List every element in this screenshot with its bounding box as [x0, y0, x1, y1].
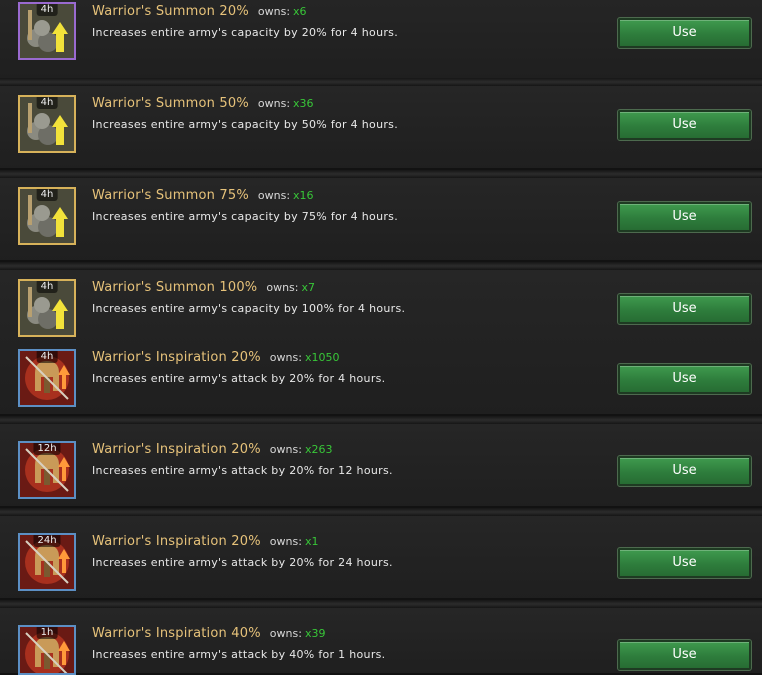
item-description: Increases entire army's attack by 20% fo…	[92, 556, 393, 569]
use-button[interactable]: Use	[617, 639, 752, 671]
owns-count: x36	[293, 97, 314, 110]
owns-label: owns:	[257, 5, 291, 18]
item-title-line: Warrior's Summon 20% owns: x6	[92, 3, 307, 21]
owns-label: owns:	[257, 189, 291, 202]
duration-badge: 4h	[36, 351, 58, 363]
use-button[interactable]: Use	[617, 109, 752, 141]
owns-label: owns:	[266, 281, 299, 294]
item-description: Increases entire army's attack by 20% fo…	[92, 464, 393, 477]
duration-badge: 4h	[36, 4, 58, 16]
item-title-line: Warrior's Summon 50% owns: x36	[92, 95, 314, 113]
item-description: Increases entire army's attack by 20% fo…	[92, 372, 386, 385]
item-title: Warrior's Summon 50%	[92, 96, 249, 111]
item-description: Increases entire army's capacity by 100%…	[92, 302, 406, 315]
item-title: Warrior's Summon 20%	[92, 4, 249, 19]
army-attack-icon: 24h	[18, 533, 76, 591]
owns-count: x263	[304, 443, 333, 456]
item-list: 4h Warrior's Summon 20% owns: x6 Increases…	[0, 0, 762, 675]
use-button[interactable]: Use	[617, 363, 752, 395]
duration-badge: 4h	[36, 97, 58, 109]
army-capacity-icon: 4h	[18, 95, 76, 153]
use-button[interactable]: Use	[617, 455, 752, 487]
use-button[interactable]: Use	[617, 17, 752, 49]
owns-count: x16	[293, 189, 314, 202]
item-title: Warrior's Inspiration 20%	[92, 442, 261, 457]
owns-label: owns:	[257, 97, 291, 110]
army-capacity-icon: 4h	[18, 279, 76, 337]
owns-label: owns:	[269, 627, 302, 640]
item-title-line: Warrior's Summon 100% owns: x7	[92, 279, 315, 297]
army-attack-icon: 4h	[18, 349, 76, 407]
owns-count: x6	[293, 5, 307, 18]
use-button[interactable]: Use	[617, 547, 752, 579]
owns-label: owns:	[269, 443, 302, 456]
row-divider	[0, 416, 762, 424]
owns-count: x1	[304, 535, 319, 548]
row-divider	[0, 508, 762, 516]
item-title-line: Warrior's Summon 75% owns: x16	[92, 187, 314, 205]
item-title-line: Warrior's Inspiration 20% owns: x1	[92, 533, 318, 551]
army-capacity-icon: 4h	[18, 187, 76, 245]
item-title: Warrior's Inspiration 20%	[92, 534, 261, 549]
owns-count: x7	[301, 281, 316, 294]
duration-badge: 24h	[33, 535, 61, 547]
item-title-line: Warrior's Inspiration 20% owns: x263	[92, 441, 332, 459]
use-button[interactable]: Use	[617, 293, 752, 325]
row-divider	[0, 170, 762, 178]
army-capacity-icon: 4h	[18, 2, 76, 60]
row-divider	[0, 78, 762, 86]
item-title: Warrior's Summon 75%	[92, 188, 249, 203]
item-description: Increases entire army's capacity by 75% …	[92, 210, 398, 223]
item-title-line: Warrior's Inspiration 40% owns: x39	[92, 625, 325, 643]
row-divider	[0, 262, 762, 270]
duration-badge: 1h	[36, 627, 58, 639]
item-description: Increases entire army's attack by 40% fo…	[92, 648, 386, 661]
item-description: Increases entire army's capacity by 20% …	[92, 26, 398, 39]
use-button[interactable]: Use	[617, 201, 752, 233]
item-title: Warrior's Inspiration 40%	[92, 626, 261, 641]
owns-label: owns:	[269, 535, 302, 548]
owns-count: x39	[304, 627, 326, 640]
item-title: Warrior's Inspiration 20%	[92, 350, 261, 365]
army-attack-icon: 12h	[18, 441, 76, 499]
item-description: Increases entire army's capacity by 50% …	[92, 118, 398, 131]
duration-badge: 4h	[36, 189, 58, 201]
duration-badge: 12h	[33, 443, 61, 455]
owns-label: owns:	[269, 351, 302, 364]
owns-count: x1050	[304, 351, 340, 364]
duration-badge: 4h	[36, 281, 58, 293]
army-attack-icon: 1h	[18, 625, 76, 675]
item-title-line: Warrior's Inspiration 20% owns: x1050	[92, 349, 339, 367]
row-divider	[0, 600, 762, 608]
item-title: Warrior's Summon 100%	[92, 280, 258, 295]
